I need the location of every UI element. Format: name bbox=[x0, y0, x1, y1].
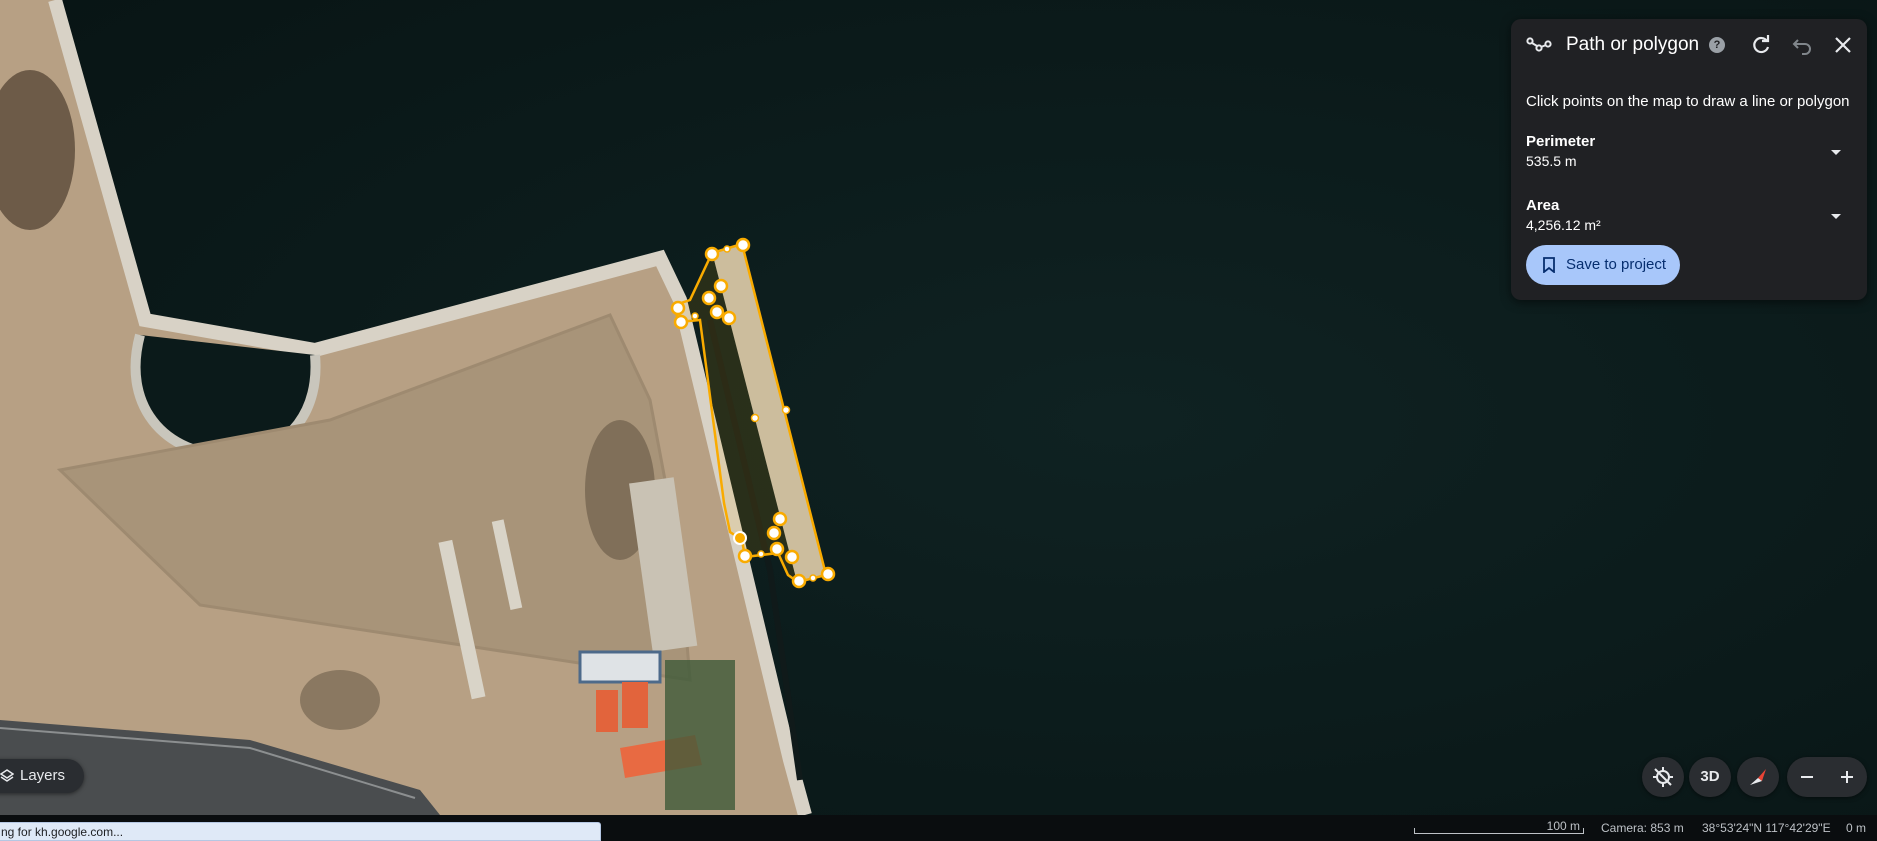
polygon-vertex[interactable] bbox=[820, 566, 836, 582]
zoom-in-icon bbox=[1841, 771, 1853, 783]
loading-status: ng for kh.google.com... bbox=[0, 822, 601, 841]
compass-button[interactable] bbox=[1737, 757, 1779, 797]
polygon-vertex[interactable] bbox=[701, 290, 717, 306]
active-vertex[interactable] bbox=[733, 531, 747, 545]
elevation: 0 m bbox=[1846, 821, 1867, 835]
polygon-vertex[interactable] bbox=[704, 246, 720, 262]
perimeter-value: 535.5 m bbox=[1526, 153, 1577, 169]
polygon-vertex[interactable] bbox=[791, 573, 807, 589]
help-icon[interactable]: ? bbox=[1709, 37, 1725, 53]
zoom-out-icon bbox=[1801, 776, 1813, 778]
polygon-vertex[interactable] bbox=[766, 525, 782, 541]
panel-header: Path or polygon ? bbox=[1511, 19, 1867, 71]
polygon-vertex[interactable] bbox=[721, 310, 737, 326]
layers-button[interactable]: Layers bbox=[0, 759, 84, 793]
layers-icon bbox=[0, 769, 14, 782]
polygon-vertex[interactable] bbox=[784, 549, 800, 565]
building bbox=[578, 650, 662, 684]
save-to-project-button[interactable]: Save to project bbox=[1526, 245, 1680, 285]
locate-icon bbox=[1653, 767, 1673, 787]
scale-label: 100 m bbox=[1546, 819, 1580, 833]
redo-icon[interactable] bbox=[1749, 33, 1773, 57]
area-row[interactable]: Area 4,256.12 m² bbox=[1526, 197, 1852, 241]
zoom-controls bbox=[1787, 757, 1867, 797]
close-icon[interactable] bbox=[1831, 33, 1855, 57]
polygon-vertex[interactable] bbox=[735, 237, 751, 253]
locate-button[interactable] bbox=[1642, 757, 1684, 797]
polygon-vertex[interactable] bbox=[673, 314, 689, 330]
bookmark-icon bbox=[1543, 257, 1555, 273]
building-red-roof bbox=[596, 690, 618, 732]
polygon-midpoint[interactable] bbox=[691, 312, 699, 320]
polygon-vertex[interactable] bbox=[772, 511, 788, 527]
chevron-down-icon[interactable] bbox=[1827, 207, 1845, 225]
building-red-roof bbox=[622, 682, 648, 728]
polygon-midpoint[interactable] bbox=[757, 550, 765, 558]
compass-icon bbox=[1750, 769, 1766, 785]
undo-icon[interactable] bbox=[1790, 33, 1814, 57]
polygon-vertex[interactable] bbox=[737, 548, 753, 564]
polygon-midpoint[interactable] bbox=[809, 574, 817, 582]
zoom-out-button[interactable] bbox=[1787, 757, 1827, 797]
layers-label: Layers bbox=[20, 767, 66, 784]
toggle-3d-button[interactable]: 3D bbox=[1689, 757, 1731, 797]
polygon-vertex[interactable] bbox=[670, 300, 686, 316]
camera-altitude: Camera: 853 m bbox=[1601, 821, 1684, 835]
perimeter-label: Perimeter bbox=[1526, 133, 1596, 150]
measurement-panel: Path or polygon ? Click points on the ma… bbox=[1511, 19, 1867, 300]
instruction-text: Click points on the map to draw a line o… bbox=[1526, 93, 1850, 110]
area-value: 4,256.12 m² bbox=[1526, 217, 1601, 233]
path-icon bbox=[1526, 37, 1552, 52]
polygon-vertex[interactable] bbox=[769, 541, 785, 557]
polygon-midpoint[interactable] bbox=[781, 405, 791, 415]
polygon-midpoint[interactable] bbox=[723, 245, 731, 253]
coordinates: 38°53'24"N 117°42'29"E bbox=[1702, 821, 1831, 835]
chevron-down-icon[interactable] bbox=[1827, 143, 1845, 161]
perimeter-row[interactable]: Perimeter 535.5 m bbox=[1526, 133, 1852, 177]
polygon-vertex[interactable] bbox=[709, 304, 725, 320]
scale-bar: 100 m bbox=[1414, 819, 1584, 836]
zoom-in-button[interactable] bbox=[1827, 757, 1867, 797]
save-button-label: Save to project bbox=[1566, 256, 1667, 273]
panel-title: Path or polygon bbox=[1566, 34, 1700, 55]
polygon-midpoint[interactable] bbox=[750, 413, 760, 423]
polygon-vertex[interactable] bbox=[713, 278, 729, 294]
area-label: Area bbox=[1526, 197, 1560, 214]
